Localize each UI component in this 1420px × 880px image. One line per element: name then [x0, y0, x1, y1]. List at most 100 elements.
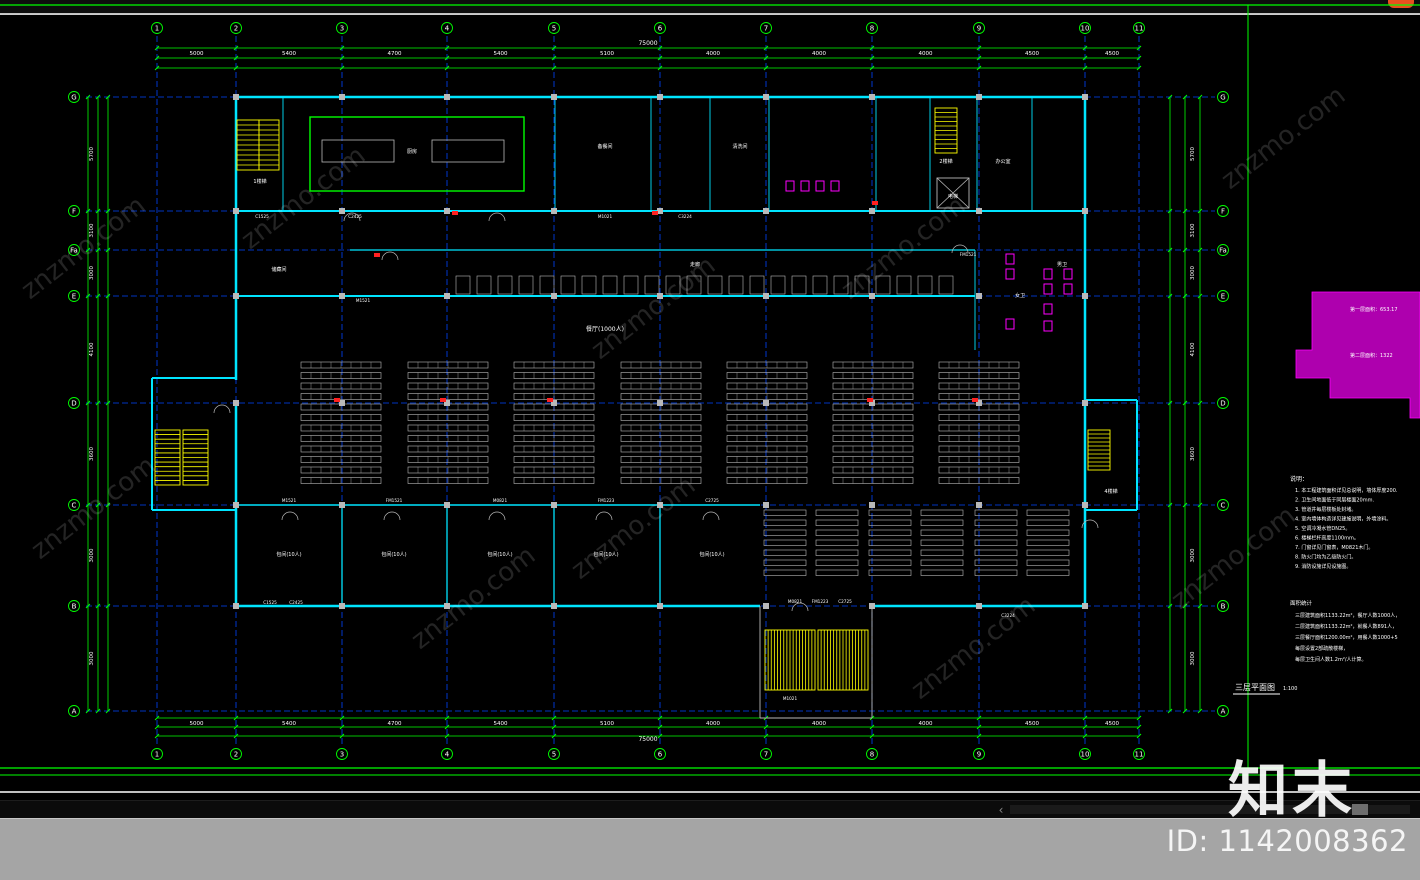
structural-column: [976, 94, 982, 100]
drawing-scale: 1:100: [1283, 686, 1297, 692]
dimension-text-top: 4000: [919, 51, 933, 57]
axis-bubble-top-11-label: 11: [1135, 25, 1144, 33]
toilet-fixture-icon: [1005, 253, 1015, 265]
dining-table: [763, 559, 807, 566]
structural-column: [1082, 502, 1088, 508]
door-swing: [702, 511, 712, 521]
scroll-left-icon[interactable]: ‹: [994, 803, 1008, 817]
corridor-locker: [917, 275, 933, 295]
structural-column: [551, 502, 557, 508]
door-marker: [652, 211, 658, 215]
dimension-text-top: 4700: [388, 51, 402, 57]
toilet-fixture-icon: [1005, 318, 1015, 330]
structural-column: [869, 603, 875, 609]
corridor-locker: [518, 275, 534, 295]
dimension-annotations: 75000 75000 5000 5000 5400 5400 4700 4700 5400 54…: [85, 40, 1203, 743]
area-line: 每层卫生间人数1.2m²/人计算。: [1295, 656, 1367, 663]
dimension-text-bottom: 4500: [1025, 721, 1039, 727]
door-swing: [1089, 519, 1099, 529]
structural-column: [551, 94, 557, 100]
notes-line: 5. 空调冷凝水管DN25。: [1295, 525, 1350, 532]
corridor-locker: [455, 275, 471, 295]
image-id-label: ID: 1142008362: [1166, 824, 1408, 858]
dining-table: [868, 539, 912, 546]
structural-column: [657, 94, 663, 100]
door-swing: [799, 602, 809, 612]
door-tag: M1521: [356, 298, 371, 303]
structural-column: [444, 502, 450, 508]
room-label-private-room: 包间(10人): [699, 551, 724, 558]
design-notes: 三层平面图 1:100 说明： 1. 本工程建筑面积详见总说明，墙体厚度200. 2. …: [1233, 291, 1420, 695]
dining-table: [763, 509, 807, 516]
dining-table: [815, 569, 859, 576]
watermark-text: znzmo.com znzmo.comznzmo.comznzmo.comznzm…: [16, 81, 1351, 706]
dining-table: [920, 569, 964, 576]
dimension-text-bottom: 5000: [190, 721, 204, 727]
stair-5: [764, 629, 816, 691]
structural-column: [551, 603, 557, 609]
room-label-private-room: 包间(10人): [276, 551, 301, 558]
structural-column: [444, 208, 450, 214]
axis-bubble-right-G-label: G: [1220, 94, 1225, 102]
room-label-stair-2: 2楼梯: [939, 158, 952, 165]
grid-axis-lines: [86, 36, 1215, 746]
axis-bubble-bottom-5-label: 5: [552, 751, 556, 759]
structural-column: [233, 293, 239, 299]
dining-table: [815, 509, 859, 516]
dining-table: [815, 519, 859, 526]
door-swing: [389, 251, 399, 261]
door-tag: C2425: [289, 600, 303, 605]
room-label-private-room: 包间(10人): [381, 551, 406, 558]
stair-5b: [817, 629, 869, 691]
corridor-locker: [623, 275, 639, 295]
watermark-text-item: znzmo.com: [406, 541, 541, 656]
dimension-text-left: 3000: [89, 651, 95, 665]
door-marker: [440, 398, 446, 402]
corridor-locker: [728, 275, 744, 295]
structural-column: [763, 94, 769, 100]
corridor-locker: [938, 275, 954, 295]
door-marker: [972, 398, 978, 402]
axis-bubble-right-Fa-label: Fa: [1219, 247, 1227, 255]
axis-bubble-bottom-1-label: 1: [155, 751, 159, 759]
cad-drawing-canvas[interactable]: 7500075000500050005400540047004700540054…: [0, 0, 1420, 800]
door-marker: [867, 398, 873, 402]
horizontal-scrollbar[interactable]: ‹: [0, 800, 1420, 819]
door-tag: M1521: [282, 498, 297, 503]
room-label-stair-1: 1楼梯: [253, 178, 266, 185]
room-label-prep: 备餐间: [597, 143, 612, 150]
structural-column: [869, 502, 875, 508]
dining-table: [974, 549, 1018, 556]
legend-label-2: 第二层面积：1322: [1350, 352, 1393, 359]
dining-table: [868, 529, 912, 536]
toilet-fixture-icon: [1043, 320, 1053, 332]
door-tag: FM1521: [960, 252, 977, 257]
area-line: 每层设置2部疏散楼梯，: [1295, 645, 1348, 652]
dining-table: [920, 509, 964, 516]
stair-1b: [258, 119, 280, 171]
dining-table: [815, 529, 859, 536]
door-tag: C2725: [838, 599, 852, 604]
axis-bubble-left-E-label: E: [72, 293, 76, 301]
dining-table: [763, 539, 807, 546]
notes-line: 6. 楼梯栏杆高度1100mm。: [1295, 535, 1359, 542]
corridor-locker: [791, 275, 807, 295]
toilet-fixture-icon: [1063, 283, 1073, 295]
axis-bubble-bottom-10-label: 10: [1081, 751, 1090, 759]
dining-table: [1026, 549, 1070, 556]
toilet-fixture-icon: [785, 180, 795, 192]
axis-bubbles: 11223344556677889910101111G GF FFa FaE ED DC C…: [68, 22, 1229, 760]
axis-bubble-bottom-3-label: 3: [340, 751, 344, 759]
structural-column: [976, 603, 982, 609]
door-swing: [488, 212, 498, 222]
door-tag: M1021: [783, 696, 798, 701]
toilet-fixture-icon: [1043, 303, 1053, 315]
dimension-text-right: 3000: [1190, 548, 1196, 562]
dimension-text-right: 5700: [1190, 147, 1196, 161]
axis-bubble-top-6-label: 6: [658, 25, 663, 33]
door-swing: [381, 251, 391, 261]
door-swing: [710, 511, 720, 521]
corridor-locker: [497, 275, 513, 295]
dining-table: [1026, 529, 1070, 536]
structural-column: [339, 603, 345, 609]
